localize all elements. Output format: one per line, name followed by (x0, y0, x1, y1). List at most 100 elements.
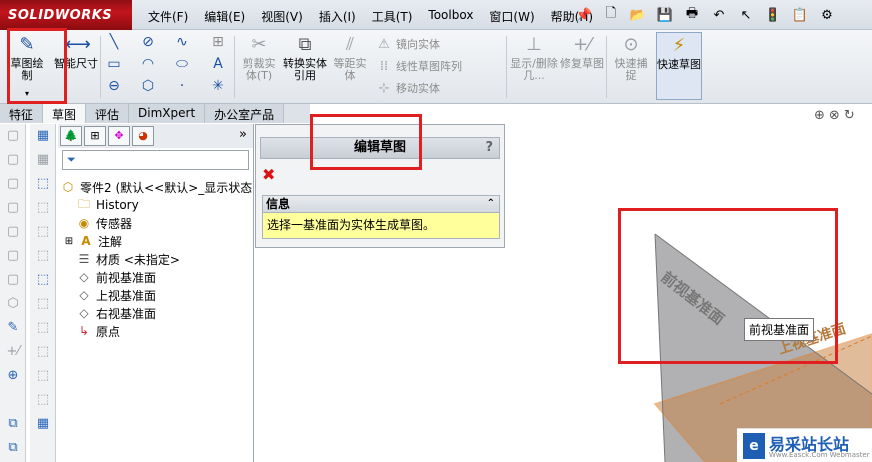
tree-item-origin[interactable]: ↳ 原点 (76, 322, 120, 340)
polygon-tool-icon[interactable]: ⬡ (138, 78, 158, 94)
revolve-cut-icon[interactable]: ▢ (0, 244, 26, 268)
config-manager-tab-icon[interactable]: ✥ (108, 126, 130, 146)
attach-icon[interactable]: ⬚ (30, 340, 56, 364)
convert-entities-button[interactable]: ⧉ 转换实体引用 (282, 32, 328, 100)
chevron-right-icon[interactable]: » (239, 127, 247, 142)
circle-tool-icon[interactable]: ⊘ (138, 34, 158, 50)
select-cursor-icon[interactable]: ↖ (734, 4, 758, 26)
ribbon-separator (234, 36, 235, 98)
tree-item-sensors[interactable]: ◉ 传感器 (76, 214, 132, 232)
collapse-chevron-icon[interactable]: ⌃ (487, 196, 495, 212)
insert-block-icon[interactable]: ⬚ (30, 172, 56, 196)
rectangle-tool-icon[interactable]: ▭ (104, 56, 124, 72)
save-icon[interactable]: 💾 (653, 4, 677, 26)
spline-tool-icon[interactable]: ∿ (172, 34, 192, 50)
revolve-icon[interactable]: ▢ (0, 148, 26, 172)
display-manager-tab-icon[interactable]: ◕ (132, 126, 154, 146)
linear-pattern-button[interactable]: ⁞⁞ 线性草图阵列 (376, 58, 462, 74)
loft-icon[interactable]: ▢ (0, 196, 26, 220)
menu-window[interactable]: 窗口(W) (481, 0, 542, 30)
save-block-icon[interactable]: ⬚ (30, 244, 56, 268)
tree-item-annotations[interactable]: ⊞ A 注解 (64, 232, 122, 250)
move-entities-button[interactable]: ⊹ 移动实体 (376, 80, 440, 96)
tree-item-top-plane[interactable]: ◇ 上视基准面 (76, 286, 156, 304)
display-delete-relations-button[interactable]: ⊥ 显示/删除几... (510, 32, 558, 100)
part-icon: ⬡ (62, 180, 74, 194)
table-icon[interactable]: ▦ (30, 124, 56, 148)
options-gear-icon[interactable]: ⚙ (815, 4, 839, 26)
help-icon[interactable]: ? (485, 138, 493, 158)
text-tool-icon[interactable]: A (208, 56, 228, 72)
belt-chain-icon[interactable]: ⬚ (30, 268, 56, 292)
tab-dimxpert[interactable]: DimXpert (129, 104, 206, 123)
arc-tool-icon[interactable]: ◠ (138, 56, 158, 72)
feature-tree-tab-icon[interactable]: 🌲 (60, 126, 82, 146)
undo-icon[interactable]: ↶ (707, 4, 731, 26)
fillet-icon[interactable]: ▢ (0, 268, 26, 292)
extrude-boss-icon[interactable]: ▢ (0, 124, 26, 148)
offset-entities-button[interactable]: ⫽ 等距实体 (330, 32, 370, 100)
quick-snaps-button[interactable]: ⊙ 快速捕捉 (610, 32, 652, 100)
tab-sketch[interactable]: 草图 (43, 104, 87, 123)
feature-filter-input[interactable]: ⏷ (62, 150, 249, 170)
layer-alt-icon[interactable]: ⧉ (0, 436, 26, 460)
point-tool-icon[interactable]: · (172, 78, 192, 94)
solidworks-logo[interactable]: SOLIDWORKS (0, 0, 132, 30)
sweep-icon[interactable]: ▢ (0, 172, 26, 196)
sketch-icon[interactable]: ✎ (0, 316, 26, 340)
info-section-header[interactable]: 信息 ⌃ (262, 195, 500, 213)
tab-evaluate[interactable]: 评估 (86, 104, 130, 123)
mirror-entities-button[interactable]: ⚠ 镜向实体 (376, 36, 440, 52)
grid-table-icon[interactable]: ▦ (30, 412, 56, 436)
trim-entities-button[interactable]: ✂ 剪裁实体(T) (238, 32, 280, 100)
make-path-icon[interactable]: ⬚ (30, 388, 56, 412)
blank-icon[interactable] (0, 388, 26, 412)
edit-block-icon[interactable]: ⬚ (30, 196, 56, 220)
pin-icon[interactable]: 📌 (572, 4, 596, 26)
centerline-tool-icon[interactable]: ✳ (208, 78, 228, 94)
repair-icon[interactable]: +⁄ (0, 340, 26, 364)
tab-features[interactable]: 特征 (0, 104, 44, 123)
print-icon[interactable]: 🖶 (680, 4, 704, 26)
menu-edit[interactable]: 编辑(E) (196, 0, 253, 30)
layer-icon[interactable]: ⧉ (0, 412, 26, 436)
expand-plus-icon[interactable]: ⊞ (64, 236, 74, 247)
add-relation-icon[interactable]: ⬚ (30, 316, 56, 340)
rapid-sketch-button[interactable]: ⚡ 快速草图 (656, 32, 702, 100)
close-icon[interactable]: ✖ (262, 165, 275, 184)
slot-tool-icon[interactable]: ⊖ (104, 78, 124, 94)
display-delete-relations-label: 显示/删除几... (510, 57, 558, 82)
property-manager-tab-icon[interactable]: ⊞ (84, 126, 106, 146)
tree-item-history[interactable]: 🗀 History (76, 196, 139, 214)
previous-view-icon[interactable]: ↻ (844, 108, 855, 123)
relations-icon[interactable]: ⊕ (0, 364, 26, 388)
shell-icon[interactable]: ⬡ (0, 292, 26, 316)
grid-tool-icon[interactable]: ⊞ (208, 34, 228, 50)
zoom-fit-icon[interactable]: ⊕ (814, 108, 825, 123)
menu-file[interactable]: 文件(F) (140, 0, 196, 30)
tree-root-part[interactable]: ⬡ 零件2 (默认<<默认>_显示状态 (60, 178, 253, 196)
ellipse-tool-icon[interactable]: ⬭ (172, 56, 192, 72)
extrude-cut-icon[interactable]: ▢ (0, 220, 26, 244)
line-tool-icon[interactable]: ╲ (104, 34, 124, 50)
menu-view[interactable]: 视图(V) (253, 0, 311, 30)
file-properties-icon[interactable]: 📋 (788, 4, 812, 26)
dimension-icon[interactable]: ⬚ (30, 364, 56, 388)
tree-item-material[interactable]: ☰ 材质 <未指定> (76, 250, 180, 268)
tree-item-right-plane[interactable]: ◇ 右视基准面 (76, 304, 156, 322)
explode-block-icon[interactable]: ⬚ (30, 220, 56, 244)
tree-item-label: 材质 <未指定> (96, 252, 180, 267)
rebuild-traffic-light-icon[interactable]: 🚦 (761, 4, 785, 26)
open-folder-icon[interactable]: 📂 (626, 4, 650, 26)
zoom-area-icon[interactable]: ⊗ (829, 108, 840, 123)
feature-manager-panel: 🌲 ⊞ ✥ ◕ » ⏷ ⬡ 零件2 (默认<<默认>_显示状态 🗀 History … (58, 124, 254, 462)
menu-toolbox[interactable]: Toolbox (420, 0, 481, 30)
rebuild-icon[interactable]: ⬚ (30, 292, 56, 316)
tab-office-products[interactable]: 办公室产品 (205, 104, 285, 123)
menu-insert[interactable]: 插入(I) (311, 0, 364, 30)
new-document-icon[interactable]: 🗋 (599, 4, 623, 26)
block-icon[interactable]: ▦ (30, 148, 56, 172)
repair-sketch-button[interactable]: +⁄ 修复草图 (560, 32, 604, 100)
menu-tools[interactable]: 工具(T) (364, 0, 421, 30)
tree-item-front-plane[interactable]: ◇ 前视基准面 (76, 268, 156, 286)
